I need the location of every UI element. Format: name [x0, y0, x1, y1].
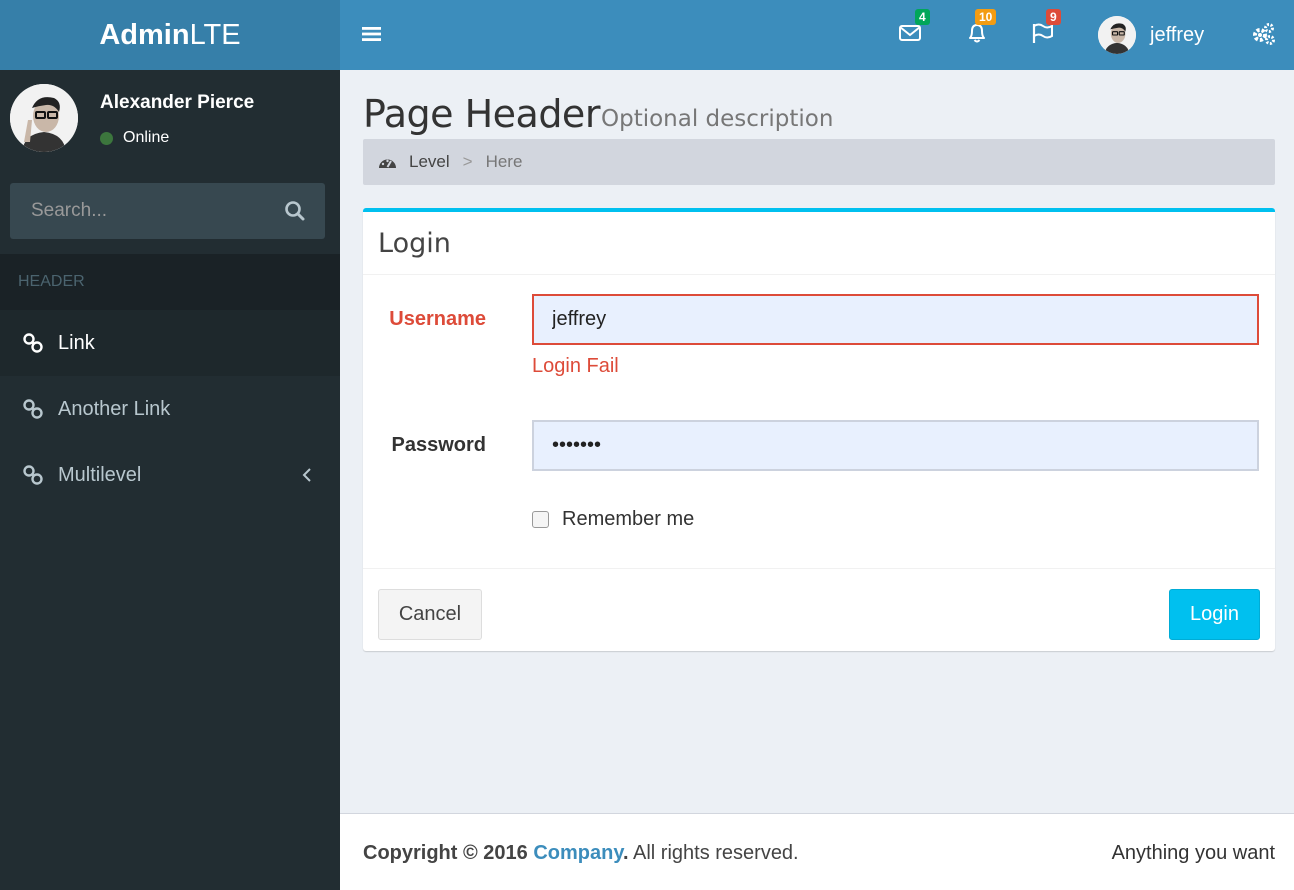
- control-sidebar-toggle[interactable]: [1250, 21, 1276, 47]
- company-link[interactable]: Company: [533, 842, 623, 864]
- username-label: Username: [389, 308, 486, 330]
- page-description: Optional description: [601, 106, 834, 132]
- logo-bold-text: Admin: [99, 18, 190, 51]
- password-label: Password: [391, 434, 486, 456]
- gears-icon: [1253, 23, 1275, 45]
- login-error-message: Login Fail: [532, 355, 619, 377]
- user-menu[interactable]: jeffrey: [1098, 15, 1204, 55]
- cancel-button[interactable]: Cancel: [378, 589, 482, 640]
- search-button[interactable]: [283, 199, 307, 223]
- hamburger-menu-icon: [362, 27, 381, 41]
- app-logo[interactable]: Admin LTE: [0, 0, 340, 70]
- user-panel: Alexander Pierce Online: [0, 70, 340, 175]
- password-field[interactable]: [532, 420, 1259, 471]
- sidebar-item-label: Multilevel: [58, 463, 142, 486]
- link-icon: [23, 399, 43, 419]
- box-footer-divider: [363, 568, 1275, 569]
- sidebar-item-label: Another Link: [58, 397, 171, 420]
- sidebar-item-multilevel[interactable]: Multilevel: [0, 442, 340, 508]
- messages-badge: 4: [915, 9, 930, 25]
- sidebar-search: [10, 183, 325, 239]
- breadcrumb: Level > Here: [363, 139, 1275, 185]
- footer: Copyright © 2016 Company. All rights res…: [340, 813, 1294, 890]
- sidebar-toggle-button[interactable]: [362, 24, 382, 44]
- online-status-icon: [100, 131, 113, 145]
- sidebar-item-label: Link: [58, 331, 95, 354]
- dashboard-icon: [379, 159, 396, 168]
- user-name: Alexander Pierce: [100, 92, 255, 113]
- link-icon: [23, 465, 43, 485]
- login-box-title: Login: [378, 228, 451, 259]
- notifications-badge: 10: [975, 9, 997, 25]
- top-navbar: 4 10 9 jeffrey: [340, 0, 1294, 70]
- footer-copyright: Copyright © 2016 Company. All rights res…: [363, 842, 799, 864]
- sidebar: Alexander Pierce Online HEADER Link A: [0, 70, 340, 890]
- breadcrumb-separator: >: [462, 152, 473, 171]
- user-avatar: [10, 84, 78, 152]
- link-icon: [23, 333, 43, 353]
- copyright-text: Copyright © 2016: [363, 842, 528, 864]
- breadcrumb-current: Here: [485, 152, 523, 171]
- avatar: [1098, 16, 1136, 54]
- sidebar-item-link[interactable]: Link: [0, 310, 340, 376]
- checkbox-box[interactable]: [532, 511, 549, 528]
- search-input[interactable]: [10, 183, 270, 239]
- tasks-badge: 9: [1046, 9, 1061, 25]
- rights-text: All rights reserved.: [633, 842, 799, 864]
- page-title: Page Header: [363, 92, 600, 136]
- remember-me-checkbox[interactable]: Remember me: [532, 508, 694, 531]
- login-button[interactable]: Login: [1169, 589, 1260, 640]
- sidebar-item-another-link[interactable]: Another Link: [0, 376, 340, 442]
- box-header-divider: [363, 274, 1275, 275]
- user-status-label: Online: [123, 129, 170, 146]
- sidebar-header: HEADER: [0, 254, 340, 310]
- logo-light-text: LTE: [189, 18, 241, 51]
- username-field[interactable]: [532, 294, 1259, 345]
- login-box: Login Username Login Fail Password Remem…: [363, 208, 1275, 651]
- nav-username: jeffrey: [1150, 23, 1205, 46]
- remember-me-label: Remember me: [562, 508, 695, 530]
- footer-right-text: Anything you want: [1111, 842, 1275, 864]
- search-icon: [285, 201, 305, 221]
- chevron-left-icon: [302, 468, 311, 482]
- breadcrumb-level-link[interactable]: Level: [409, 152, 450, 172]
- user-status: Online: [100, 129, 169, 147]
